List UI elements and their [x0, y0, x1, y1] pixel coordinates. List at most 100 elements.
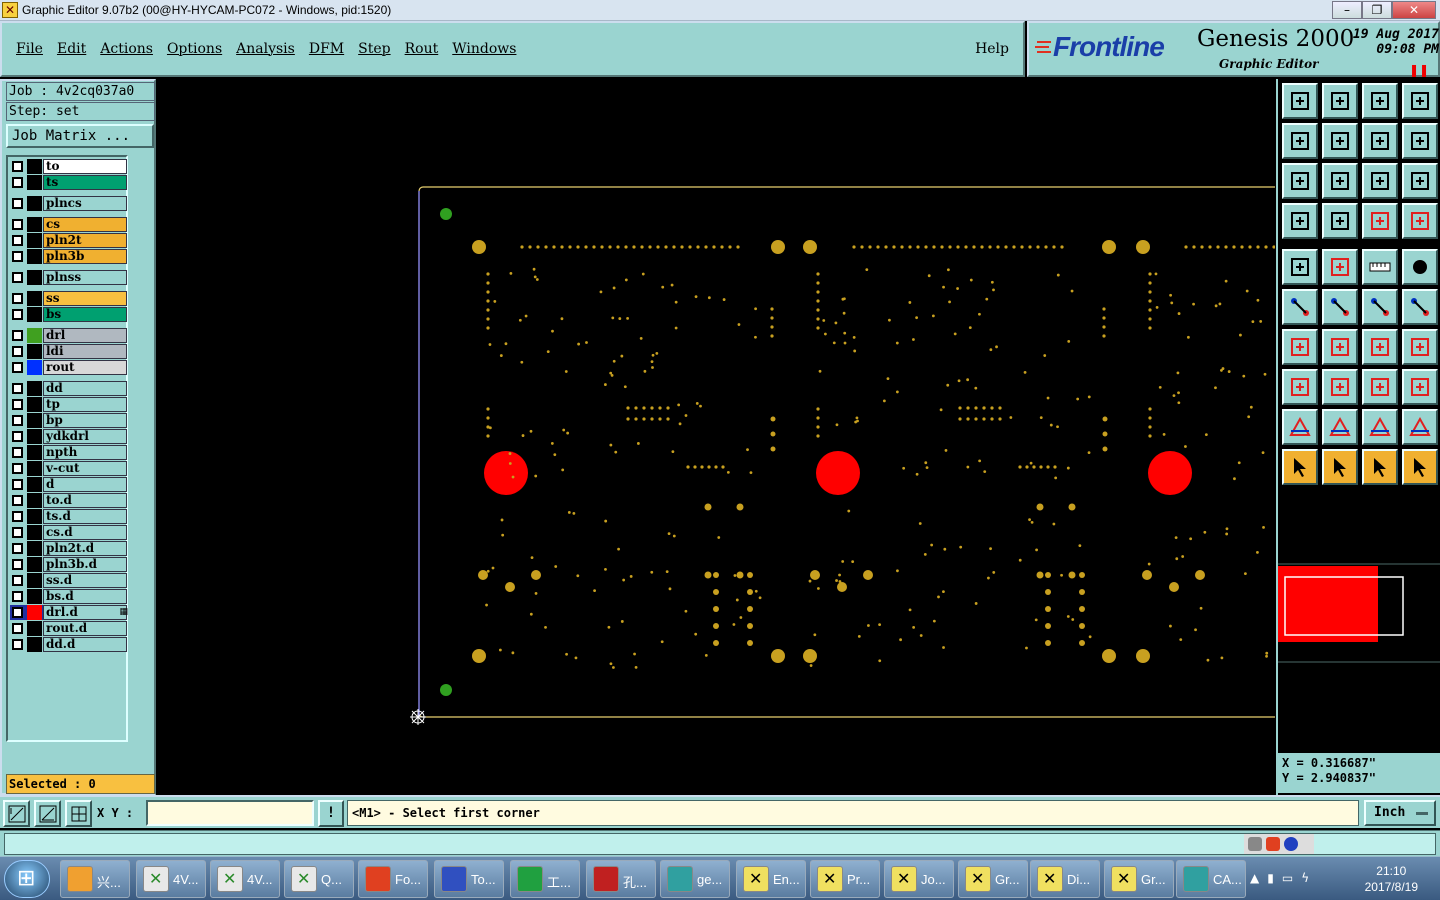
layer-checkbox[interactable]: [12, 198, 23, 209]
snapshot-button[interactable]: [1282, 249, 1318, 285]
layer-color-swatch[interactable]: [27, 196, 42, 211]
layer-color-swatch[interactable]: [27, 557, 42, 572]
layer-color-swatch[interactable]: [27, 360, 42, 375]
menu-rout[interactable]: Rout: [405, 41, 439, 57]
layer-name[interactable]: dd: [43, 381, 127, 396]
layer-checkbox[interactable]: [12, 330, 23, 341]
layer-name[interactable]: to: [43, 159, 127, 174]
layer-name[interactable]: ts: [43, 175, 127, 190]
job-matrix-button[interactable]: Job Matrix ...: [6, 124, 154, 148]
select-arrow-button[interactable]: [1282, 449, 1318, 485]
layer-color-swatch[interactable]: [27, 509, 42, 524]
layer-row-to[interactable]: to: [10, 159, 127, 174]
layer-checkbox[interactable]: [12, 251, 23, 262]
taskbar-task-6[interactable]: 工...: [510, 860, 580, 898]
help-icon[interactable]: [1284, 837, 1298, 851]
unit-selector[interactable]: Inch: [1364, 800, 1436, 826]
connect-button[interactable]: [1282, 289, 1318, 325]
layer-checkbox[interactable]: [12, 431, 23, 442]
layer-color-swatch[interactable]: [27, 270, 42, 285]
layer-checkbox[interactable]: [12, 235, 23, 246]
layer-row-ydkdrl[interactable]: ydkdrl: [10, 429, 127, 444]
layer-color-swatch[interactable]: [27, 344, 42, 359]
layer-row-dd.d[interactable]: dd.d: [10, 637, 127, 652]
taskbar-task-13[interactable]: Di...: [1030, 860, 1100, 898]
layer-checkbox[interactable]: [12, 511, 23, 522]
move-button[interactable]: [1282, 369, 1318, 405]
menu-actions[interactable]: Actions: [100, 41, 153, 57]
layer-row-plncs[interactable]: plncs: [10, 196, 127, 211]
layer-checkbox[interactable]: [12, 399, 23, 410]
layer-name[interactable]: pln3b: [43, 249, 127, 264]
home-button[interactable]: [1362, 83, 1398, 119]
layer-checkbox[interactable]: [12, 575, 23, 586]
tray-arrow-icon[interactable]: ▲: [1250, 871, 1259, 885]
layer-row-ss.d[interactable]: ss.d: [10, 573, 127, 588]
taskbar-task-3[interactable]: Q...: [284, 860, 354, 898]
layer-row-d[interactable]: d: [10, 477, 127, 492]
layer-checkbox[interactable]: [12, 272, 23, 283]
cross-button[interactable]: [1322, 289, 1358, 325]
split-button[interactable]: [1402, 329, 1438, 365]
layer-color-swatch[interactable]: [27, 445, 42, 460]
layer-name[interactable]: ss.d: [43, 573, 127, 588]
zoom-out-button[interactable]: [1322, 83, 1358, 119]
layer-row-ss[interactable]: ss: [10, 291, 127, 306]
layer-row-cs[interactable]: cs: [10, 217, 127, 232]
layer-row-dd[interactable]: dd: [10, 381, 127, 396]
layer-name[interactable]: ldi: [43, 344, 127, 359]
layer-checkbox[interactable]: [12, 463, 23, 474]
taskbar-task-11[interactable]: Jo...: [884, 860, 954, 898]
line-node2-button[interactable]: [1402, 289, 1438, 325]
layer-color-swatch[interactable]: [27, 159, 42, 174]
layer-name[interactable]: rout.d: [43, 621, 127, 636]
close-button[interactable]: ✕: [1392, 1, 1436, 19]
layer-color-swatch[interactable]: [27, 637, 42, 652]
layer-name[interactable]: rout: [43, 360, 127, 375]
monitor-icon[interactable]: ▭: [1282, 871, 1293, 885]
layers-red2-button[interactable]: [1402, 203, 1438, 239]
layer-row-bs[interactable]: bs: [10, 307, 127, 322]
layer-row-cs.d[interactable]: cs.d: [10, 525, 127, 540]
help-button[interactable]: [1402, 163, 1438, 199]
layer-checkbox[interactable]: [12, 177, 23, 188]
taskbar-task-0[interactable]: 兴...: [60, 860, 130, 898]
layers-red-button[interactable]: [1362, 203, 1398, 239]
maximize-button[interactable]: ❐: [1362, 1, 1392, 19]
layer-checkbox[interactable]: [12, 479, 23, 490]
layer-color-swatch[interactable]: [27, 525, 42, 540]
line-node-button[interactable]: [1362, 289, 1398, 325]
layer-color-swatch[interactable]: [27, 413, 42, 428]
layer-checkbox[interactable]: [12, 639, 23, 650]
layer-name[interactable]: pln3b.d: [43, 557, 127, 572]
xy-input[interactable]: [146, 800, 314, 826]
layer-checkbox[interactable]: [12, 559, 23, 570]
taskbar-task-7[interactable]: 孔...: [586, 860, 656, 898]
layer-row-pln2t[interactable]: pln2t: [10, 233, 127, 248]
layer-name[interactable]: plncs: [43, 196, 127, 211]
layer-name[interactable]: plnss: [43, 270, 127, 285]
taskbar-task-10[interactable]: Pr...: [810, 860, 880, 898]
redraw-button[interactable]: [1402, 123, 1438, 159]
layer-color-swatch[interactable]: [27, 381, 42, 396]
layer-name[interactable]: pln2t.d: [43, 541, 127, 556]
layer-color-swatch[interactable]: [27, 605, 42, 620]
measure-mode-button[interactable]: [34, 800, 61, 827]
snap-mode-button[interactable]: [3, 800, 30, 827]
taskbar-task-5[interactable]: To...: [434, 860, 504, 898]
menu-analysis[interactable]: Analysis: [236, 41, 295, 57]
layer-checkbox[interactable]: [12, 309, 23, 320]
layer-color-swatch[interactable]: [27, 233, 42, 248]
graphic-canvas[interactable]: [158, 79, 1275, 795]
zoom-in-button[interactable]: [1282, 83, 1318, 119]
layer-color-swatch[interactable]: [27, 621, 42, 636]
menu-windows[interactable]: Windows: [452, 41, 516, 57]
layer-row-ts.d[interactable]: ts.d: [10, 509, 127, 524]
menu-options[interactable]: Options: [167, 41, 222, 57]
network-icon[interactable]: ▮: [1267, 871, 1274, 885]
layer-name[interactable]: bp: [43, 413, 127, 428]
taskbar-task-12[interactable]: Gr...: [958, 860, 1028, 898]
layer-name[interactable]: cs: [43, 217, 127, 232]
pcb-view[interactable]: [158, 79, 1275, 795]
arc-button[interactable]: [1362, 329, 1398, 365]
